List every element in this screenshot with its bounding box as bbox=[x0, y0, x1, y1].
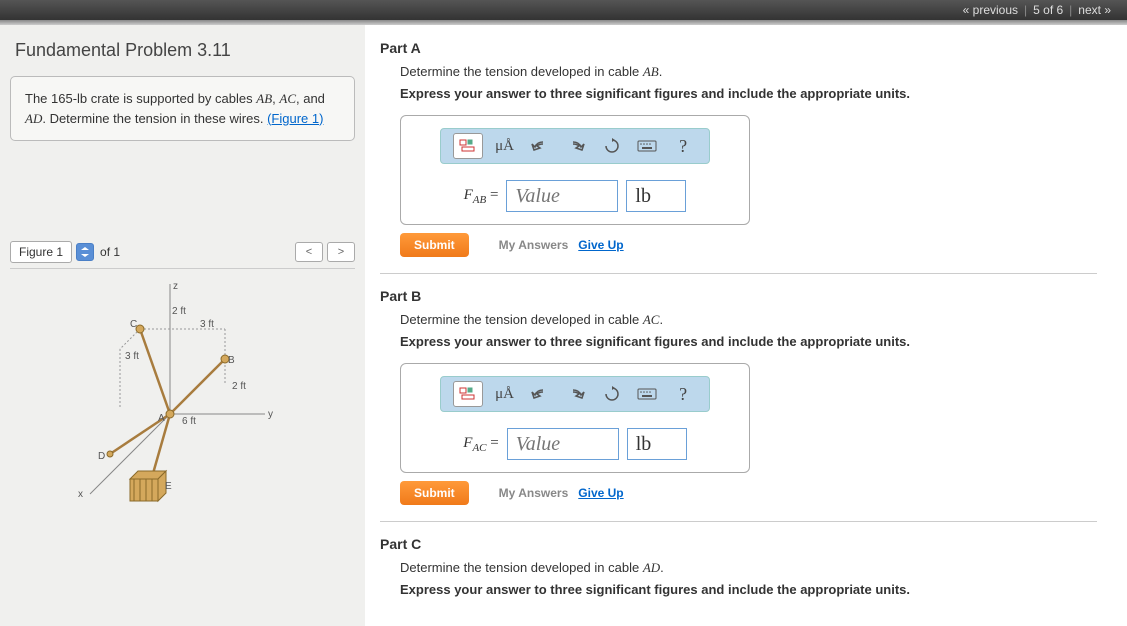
divider bbox=[380, 521, 1097, 522]
previous-link[interactable]: « previous bbox=[957, 3, 1024, 17]
figure-select-dropdown[interactable] bbox=[76, 243, 94, 261]
part-a-instructions: Express your answer to three significant… bbox=[400, 86, 1097, 101]
redo-icon[interactable] bbox=[562, 380, 590, 408]
part-a-unit-input[interactable]: lb bbox=[626, 180, 686, 212]
figure-image: z y x bbox=[10, 268, 355, 528]
axis-x: x bbox=[78, 489, 83, 500]
part-b-answer-box: μÅ ? FAC = lb bbox=[400, 363, 750, 473]
figure-link[interactable]: (Figure 1) bbox=[267, 111, 323, 126]
problem-sidebar: Fundamental Problem 3.11 The 165-lb crat… bbox=[0, 25, 365, 626]
cable-ab: AB bbox=[256, 91, 272, 106]
problem-statement: The 165-lb crate is supported by cables … bbox=[10, 76, 355, 141]
axis-y: y bbox=[268, 409, 273, 420]
part-c-desc: Determine the tension developed in cable… bbox=[400, 560, 1097, 576]
keyboard-icon[interactable] bbox=[633, 380, 661, 408]
part-a-submit-button[interactable]: Submit bbox=[400, 233, 469, 257]
svg-text:2 ft: 2 ft bbox=[172, 306, 186, 317]
part-b-value-input[interactable] bbox=[507, 428, 619, 460]
cable-ad: AD bbox=[25, 111, 42, 126]
undo-icon[interactable] bbox=[526, 380, 554, 408]
part-a-title: Part A bbox=[380, 40, 1097, 56]
svg-text:D: D bbox=[98, 451, 105, 462]
next-link[interactable]: next » bbox=[1072, 3, 1117, 17]
help-icon[interactable]: ? bbox=[669, 132, 697, 160]
template-icon[interactable] bbox=[453, 381, 483, 407]
cable-ac: AC bbox=[279, 91, 296, 106]
part-a-answer-box: μÅ ? FAB = lb bbox=[400, 115, 750, 225]
part-b-give-up-link[interactable]: Give Up bbox=[578, 486, 623, 500]
parts-panel: Part A Determine the tension developed i… bbox=[365, 25, 1127, 626]
part-b-my-answers-link[interactable]: My Answers bbox=[499, 486, 569, 500]
part-a-give-up-link[interactable]: Give Up bbox=[578, 238, 623, 252]
part-b-unit-input[interactable]: lb bbox=[627, 428, 687, 460]
problem-text: The 165-lb crate is supported by cables bbox=[25, 91, 256, 106]
part-b-title: Part B bbox=[380, 288, 1097, 304]
svg-text:3 ft: 3 ft bbox=[200, 319, 214, 330]
special-chars-button[interactable]: μÅ bbox=[491, 380, 519, 408]
template-icon[interactable] bbox=[453, 133, 483, 159]
redo-icon[interactable] bbox=[562, 132, 590, 160]
part-b-desc: Determine the tension developed in cable… bbox=[400, 312, 1097, 328]
figure-count: of 1 bbox=[100, 245, 120, 259]
reset-icon[interactable] bbox=[598, 132, 626, 160]
part-c-instructions: Express your answer to three significant… bbox=[400, 582, 1097, 597]
part-c-title: Part C bbox=[380, 536, 1097, 552]
axis-z: z bbox=[173, 281, 178, 292]
svg-text:B: B bbox=[228, 355, 235, 366]
part-a-desc: Determine the tension developed in cable… bbox=[400, 64, 1097, 80]
part-a-toolbar: μÅ ? bbox=[440, 128, 710, 164]
part-a-my-answers-link[interactable]: My Answers bbox=[499, 238, 569, 252]
svg-text:E: E bbox=[165, 481, 172, 492]
figure-prev-button[interactable]: < bbox=[295, 242, 323, 262]
problem-title: Fundamental Problem 3.11 bbox=[0, 30, 365, 71]
divider bbox=[380, 273, 1097, 274]
svg-text:3 ft: 3 ft bbox=[125, 351, 139, 362]
svg-text:2 ft: 2 ft bbox=[232, 381, 246, 392]
reset-icon[interactable] bbox=[598, 380, 626, 408]
figure-toolbar: Figure 1 of 1 < > bbox=[10, 241, 355, 263]
top-nav-bar: « previous | 5 of 6 | next » bbox=[0, 0, 1127, 20]
part-b-instructions: Express your answer to three significant… bbox=[400, 334, 1097, 349]
part-b-toolbar: μÅ ? bbox=[440, 376, 710, 412]
undo-icon[interactable] bbox=[526, 132, 554, 160]
part-b-submit-button[interactable]: Submit bbox=[400, 481, 469, 505]
figure-next-button[interactable]: > bbox=[327, 242, 355, 262]
svg-text:C: C bbox=[130, 319, 137, 330]
part-a-var-label: FAB = bbox=[464, 187, 499, 206]
position-label: 5 of 6 bbox=[1027, 3, 1069, 17]
part-b-var-label: FAC = bbox=[463, 435, 498, 454]
help-icon[interactable]: ? bbox=[669, 380, 697, 408]
svg-text:6 ft: 6 ft bbox=[182, 416, 196, 427]
part-a-value-input[interactable] bbox=[506, 180, 618, 212]
keyboard-icon[interactable] bbox=[633, 132, 661, 160]
svg-text:A: A bbox=[158, 413, 165, 424]
figure-tab[interactable]: Figure 1 bbox=[10, 241, 72, 263]
special-chars-button[interactable]: μÅ bbox=[491, 132, 519, 160]
